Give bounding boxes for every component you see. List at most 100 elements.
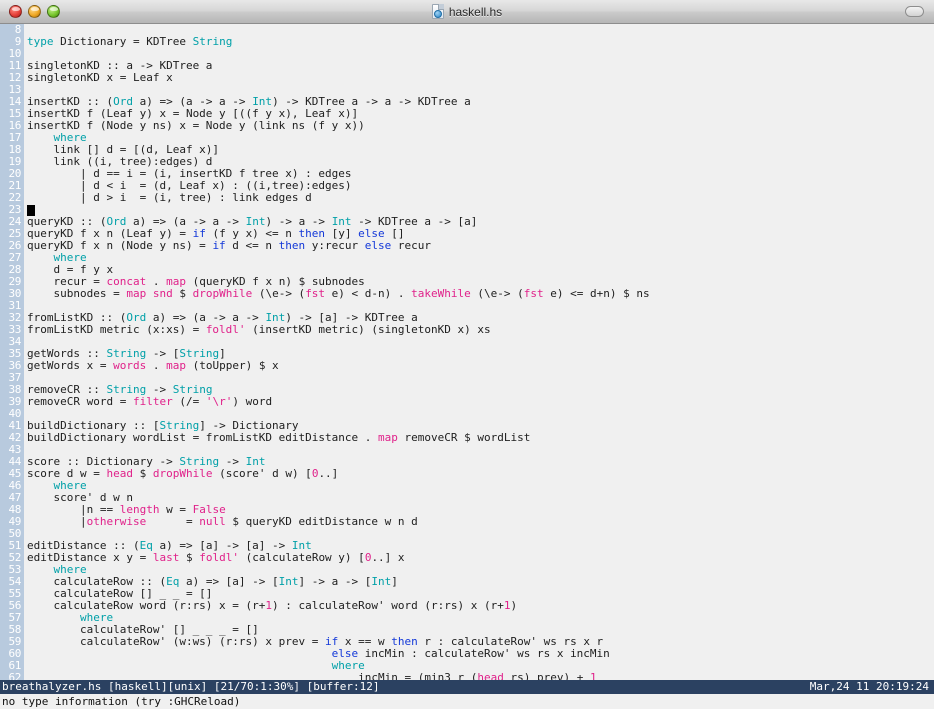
code-line-text: getWords x = words . map (toUpper) $ x [24, 360, 934, 372]
code-token: | [27, 515, 87, 528]
code-token: map [378, 431, 398, 444]
toolbar-toggle-button[interactable] [905, 6, 934, 17]
code-line: 39 removeCR word = filter (/= '\r') word [0, 396, 934, 408]
code-token: Int [278, 575, 299, 588]
code-token: map [126, 287, 147, 300]
code-line: 52 editDistance x y = last $ foldl' (calc… [0, 552, 934, 564]
code-token: if [212, 239, 226, 252]
code-line-text: | d > i = (i, tree) : link edges d [24, 192, 934, 204]
code-token: (score' d w) [ [212, 467, 312, 480]
message-line: no type information (try :GHCReload) [0, 694, 934, 709]
code-token: $ [179, 551, 200, 564]
window-title: haskell.hs [448, 4, 503, 19]
code-token: null [199, 515, 226, 528]
code-token: Dictionary = KDTree [53, 35, 193, 48]
code-token: (\e-> ( [252, 287, 306, 300]
code-token: ..] [318, 467, 339, 480]
code-line: 27 where [0, 252, 934, 264]
code-line-text: removeCR word = filter (/= '\r') word [24, 396, 934, 408]
code-editor[interactable]: 8 9 type Dictionary = KDTree String 10 11 sin… [0, 24, 934, 680]
code-token: buildDictionary wordList = fromListKD ed… [27, 431, 378, 444]
code-token: takeWhile [411, 287, 471, 300]
toolbar-toggle-pill-icon [905, 6, 924, 17]
code-line: 22 | d > i = (i, tree) : link edges d [0, 192, 934, 204]
code-line-text: score d w = head $ dropWhile (score' d w… [24, 468, 934, 480]
code-line-text: buildDictionary wordList = fromListKD ed… [24, 432, 934, 444]
code-line: 42 buildDictionary wordList = fromListKD … [0, 432, 934, 444]
code-line-text: calculateRow word (r:rs) x = (r+1) : cal… [24, 600, 934, 612]
code-token: type [27, 35, 54, 48]
window-controls [0, 5, 60, 18]
code-token: d <= n [225, 239, 279, 252]
status-bar: breathalyzer.hs [haskell][unix] [21/70:1… [0, 680, 934, 694]
code-text-area[interactable]: 8 9 type Dictionary = KDTree String 10 11 sin… [0, 24, 934, 680]
code-token: ) word [232, 395, 273, 408]
code-token: head [477, 671, 504, 681]
code-line-text: where [24, 480, 934, 492]
code-line: 26 queryKD f x n (Node y ns) = if d <= n … [0, 240, 934, 252]
code-line-text: fromListKD metric (x:xs) = foldl' (inser… [24, 324, 934, 336]
code-line-text: queryKD f x n (Node y ns) = if d <= n th… [24, 240, 934, 252]
code-token: fst [305, 287, 326, 300]
code-token: (calculateRow y) [ [238, 551, 365, 564]
line-number: 62 [0, 672, 24, 680]
code-token: foldl' [205, 323, 246, 336]
code-line: 36 getWords x = words . map (toUpper) $ x [0, 360, 934, 372]
code-token: singletonKD x = Leaf x [27, 71, 173, 84]
code-line: 33 fromListKD metric (x:xs) = foldl' (ins… [0, 324, 934, 336]
code-token: then [278, 239, 306, 252]
code-token: . [146, 359, 167, 372]
close-button-icon[interactable] [9, 5, 22, 18]
code-line-text: type Dictionary = KDTree String [24, 36, 934, 48]
minimize-button-icon[interactable] [28, 5, 41, 18]
code-line-text: insertKD f (Node y ns) x = Node y (link … [24, 120, 934, 132]
code-line-text: editDistance x y = last $ foldl' (calcul… [24, 552, 934, 564]
document-icon [431, 4, 444, 19]
code-token: Int [371, 575, 392, 588]
code-line: 30 subnodes = map snd $ dropWhile (\e-> … [0, 288, 934, 300]
code-token: = [146, 515, 200, 528]
code-line: 62 incMin = (min3 r (head rs) prev) + 1 [0, 672, 934, 680]
code-token: incMin = (min3 r ( [27, 671, 478, 681]
code-token: else [364, 239, 392, 252]
status-bar-left: breathalyzer.hs [haskell][unix] [21/70:1… [2, 680, 380, 693]
status-bar-clock: Mar,24 11 20:19:24 [809, 680, 929, 693]
code-token: fromListKD metric (x:xs) = [27, 323, 206, 336]
code-token: y:recur [305, 239, 365, 252]
maximize-button-icon[interactable] [47, 5, 60, 18]
code-token: e) <= d+n) $ ns [543, 287, 650, 300]
text-cursor [27, 205, 35, 216]
code-token: getWords x = [27, 359, 114, 372]
code-line-text: where [24, 252, 934, 264]
code-line: 56 calculateRow word (r:rs) x = (r+1) : … [0, 600, 934, 612]
editor-window: haskell.hs 8 9 type Dictionary = KDTree St… [0, 0, 934, 709]
code-line: 49 |otherwise = null $ queryKD editDista… [0, 516, 934, 528]
code-line: 45 score d w = head $ dropWhile (score' d… [0, 468, 934, 480]
code-token: e) < d-n) . [325, 287, 412, 300]
code-token: recur [391, 239, 432, 252]
code-token: otherwise [86, 515, 147, 528]
code-line-text: incMin = (min3 r (head rs) prev) + 1 [24, 671, 934, 681]
code-line: 16 insertKD f (Node y ns) x = Node y (lin… [0, 120, 934, 132]
code-token: '\r' [205, 395, 233, 408]
code-token: filter [132, 395, 173, 408]
code-token: subnodes = [27, 287, 127, 300]
code-line: 46 where [0, 480, 934, 492]
code-line-text: subnodes = map snd $ dropWhile (\e-> (fs… [24, 288, 934, 300]
code-token: snd [152, 287, 173, 300]
window-titlebar[interactable]: haskell.hs [0, 0, 934, 24]
code-token: (\e-> ( [470, 287, 524, 300]
code-token: (/= [172, 395, 206, 408]
code-token: (toUpper) $ x [185, 359, 279, 372]
code-token: ] -> a -> [ [298, 575, 372, 588]
code-token: dropWhile [152, 467, 213, 480]
code-token: ) : calculateRow' word (r:rs) x (r+ [272, 599, 504, 612]
code-token: $ [172, 287, 193, 300]
code-token: rs) prev) + [503, 671, 590, 681]
code-token: foldl' [199, 551, 239, 564]
code-token: last [152, 551, 180, 564]
code-token: 1 [589, 671, 597, 681]
code-token: $ [132, 467, 153, 480]
code-token: removeCR $ wordList [397, 431, 531, 444]
